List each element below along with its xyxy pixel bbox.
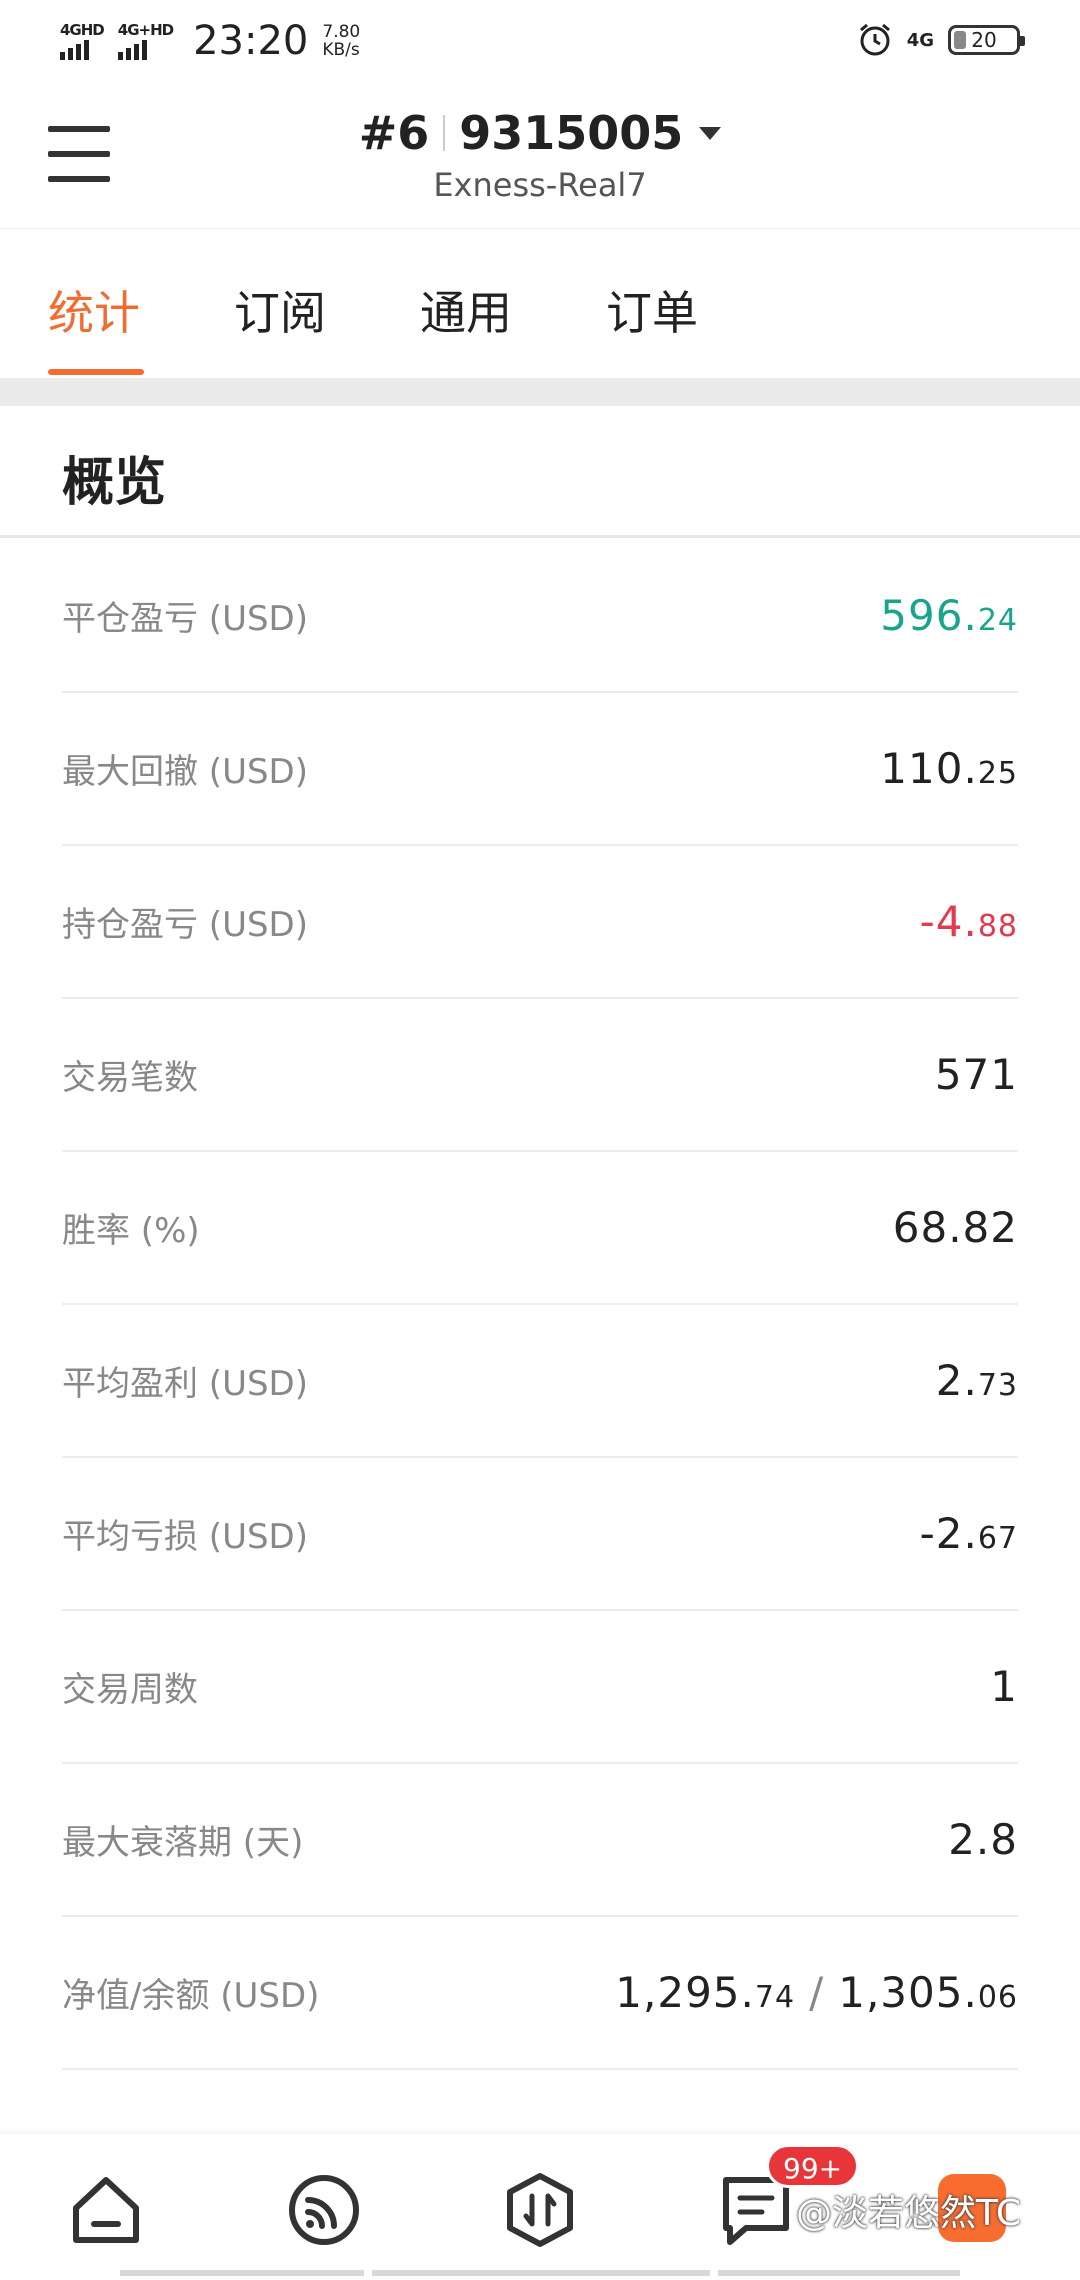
- tab-general[interactable]: 通用: [420, 277, 512, 343]
- tab-statistics[interactable]: 统计: [48, 277, 140, 343]
- stat-row-avg-profit: 平均盈利 (USD) 2.73: [62, 1305, 1018, 1458]
- stat-row-equity-balance: 净值/余额 (USD) 1,295.74/1,305.06: [62, 1917, 1018, 2070]
- stat-row-floating-pnl: 持仓盈亏 (USD) -4.88: [62, 846, 1018, 999]
- home-icon[interactable]: [66, 2170, 146, 2250]
- gesture-bar: [372, 2270, 710, 2276]
- stat-value: 2.73: [935, 1356, 1018, 1405]
- battery-icon: 20: [948, 25, 1025, 55]
- stat-value: -4.88: [919, 897, 1018, 946]
- stat-value: 596.24: [880, 591, 1018, 640]
- stat-value: 571: [934, 1050, 1018, 1099]
- alarm-icon: [859, 23, 890, 56]
- account-selector[interactable]: #6 9315005 Exness-Real7: [0, 106, 1080, 204]
- server-name: Exness-Real7: [433, 166, 647, 204]
- section-title: 概览: [62, 453, 167, 513]
- stat-row-win-rate: 胜率 (%) 68.82: [62, 1152, 1018, 1305]
- gesture-bar: [120, 2270, 364, 2276]
- stats-list: 平仓盈亏 (USD) 596.24 最大回撤 (USD) 110.25 持仓盈亏…: [62, 540, 1018, 2070]
- stat-row-trading-weeks: 交易周数 1: [62, 1611, 1018, 1764]
- stat-value: 68.82: [892, 1203, 1018, 1252]
- stat-value: -2.67: [919, 1509, 1018, 1558]
- trade-icon[interactable]: [500, 2170, 580, 2250]
- gesture-bar: [718, 2270, 960, 2276]
- network-type: 4G: [906, 29, 934, 51]
- tab-subscribe[interactable]: 订阅: [234, 277, 326, 343]
- stat-row-closed-pnl: 平仓盈亏 (USD) 596.24: [62, 540, 1018, 693]
- tab-orders[interactable]: 订单: [606, 277, 698, 343]
- stat-row-avg-loss: 平均亏损 (USD) -2.67: [62, 1458, 1018, 1611]
- account-number: 9315005: [459, 106, 684, 160]
- stat-row-trade-count: 交易笔数 571: [62, 999, 1018, 1152]
- clock: 23:20: [193, 18, 309, 64]
- tab-bar: 统计 订阅 通用 订单: [0, 228, 1080, 378]
- active-tab-indicator: [48, 369, 144, 375]
- sim1-signal-icon: 4GHD: [60, 22, 105, 60]
- stat-value: 110.25: [880, 744, 1018, 793]
- feed-icon[interactable]: [284, 2170, 364, 2250]
- app-header: #6 9315005 Exness-Real7: [0, 84, 1080, 228]
- watermark: @淡若悠然TC: [796, 2193, 1022, 2234]
- stat-row-max-drawdown: 最大回撤 (USD) 110.25: [62, 693, 1018, 846]
- stat-value: 1: [990, 1662, 1018, 1711]
- notification-badge: 99+: [766, 2144, 860, 2188]
- caret-down-icon[interactable]: [699, 126, 722, 140]
- stat-value: 1,295.74/1,305.06: [615, 1968, 1018, 2017]
- account-prefix: #6: [358, 106, 430, 160]
- divider: [0, 378, 1080, 406]
- status-bar: 4GHD 4G+HD 23:20 7.80 KB/s 4G 20: [0, 0, 1080, 84]
- overview-header: 概览: [0, 406, 1080, 538]
- stat-value: 2.8: [948, 1815, 1018, 1864]
- stat-row-max-decline-period: 最大衰落期 (天) 2.8: [62, 1764, 1018, 1917]
- network-speed: 7.80 KB/s: [322, 22, 361, 60]
- sim2-signal-icon: 4G+HD: [117, 22, 174, 60]
